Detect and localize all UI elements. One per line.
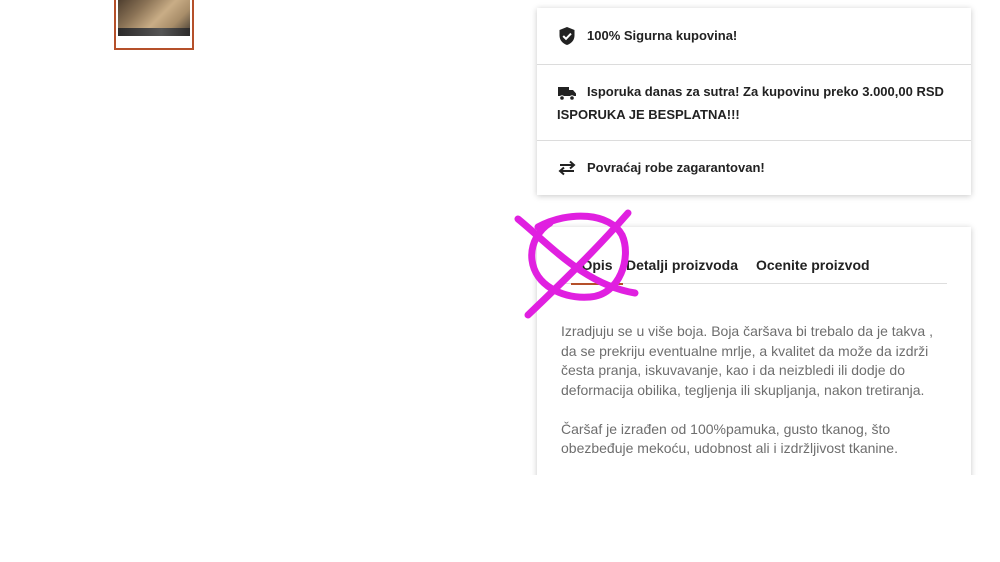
product-tabs-card: Opis Detalji proizvoda Ocenite proizvod …	[537, 227, 971, 487]
product-description: Izradjuju se u više boja. Boja čaršava b…	[561, 322, 951, 478]
feature-secure-text: 100% Sigurna kupovina!	[587, 28, 738, 43]
product-thumbnail[interactable]	[114, 0, 194, 50]
tab-detalji-proizvoda[interactable]: Detalji proizvoda	[626, 255, 738, 283]
feature-delivery: Isporuka danas za sutra! Za kupovinu pre…	[537, 65, 971, 141]
features-card: 100% Sigurna kupovina! Isporuka danas za…	[537, 8, 971, 195]
tab-ocenite-proizvod[interactable]: Ocenite proizvod	[756, 255, 870, 283]
shield-check-icon	[559, 27, 575, 45]
feature-delivery-text: Isporuka danas za sutra! Za kupovinu pre…	[587, 84, 944, 99]
feature-secure-purchase: 100% Sigurna kupovina!	[537, 8, 971, 65]
feature-delivery-text2: ISPORUKA JE BESPLATNA!!!	[557, 107, 740, 122]
description-paragraph: Čaršaf je izrađen od 100%pamuka, gusto t…	[561, 420, 898, 457]
product-thumbnail-image	[118, 0, 190, 36]
return-arrows-icon	[558, 160, 576, 176]
description-paragraph: Izradjuju se u više boja. Boja čaršava b…	[561, 323, 933, 398]
feature-return: Povraćaj robe zagarantovan!	[537, 141, 971, 195]
page-background-bottom	[0, 475, 1000, 562]
tab-bar: Opis Detalji proizvoda Ocenite proizvod	[561, 255, 947, 285]
tab-opis[interactable]: Opis	[571, 255, 623, 285]
feature-return-text: Povraćaj robe zagarantovan!	[587, 160, 765, 175]
delivery-truck-icon	[558, 87, 576, 101]
